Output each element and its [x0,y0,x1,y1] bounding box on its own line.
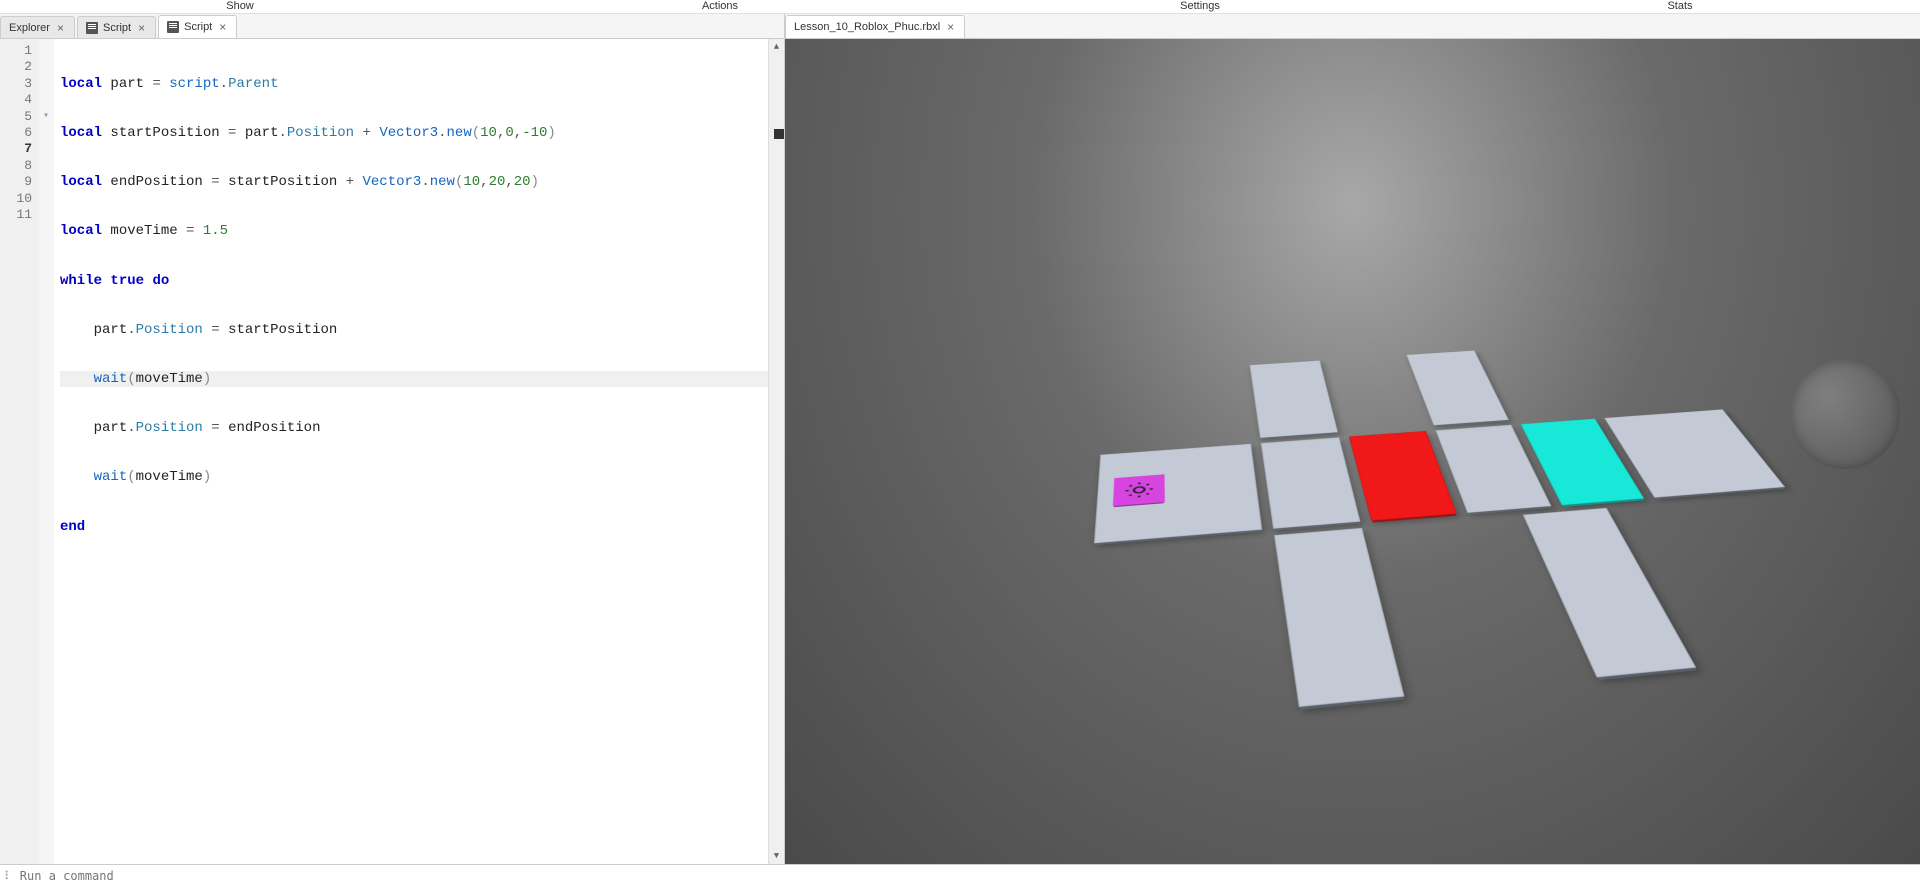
line-number-gutter: 1 2 3 4 5 6 7 8 9 10 11 [0,39,38,864]
tab-game-file[interactable]: Lesson_10_Roblox_Phuc.rbxl × [785,15,965,38]
tile[interactable] [1260,437,1360,528]
scroll-down-icon[interactable]: ▼ [769,848,784,864]
sun-icon [1120,478,1157,500]
scroll-up-icon[interactable]: ▲ [769,39,784,55]
script-panel: Explorer × Script × Script × 1 2 3 4 5 6 [0,14,785,864]
close-icon[interactable]: × [945,20,956,34]
close-icon[interactable]: × [136,21,147,35]
script-icon [86,22,98,34]
tab-label: Lesson_10_Roblox_Phuc.rbxl [794,21,940,33]
menu-show[interactable]: Show [0,0,480,13]
viewport-panel: Lesson_10_Roblox_Phuc.rbxl × [785,14,1920,864]
fold-marker-icon[interactable]: ▾ [38,109,54,125]
tile[interactable] [1406,350,1508,425]
vertical-scrollbar[interactable]: ▲ ▼ [768,39,784,864]
tile[interactable] [1274,527,1404,706]
game-viewport[interactable] [785,39,1920,864]
scroll-marker [774,129,784,139]
script-icon [167,21,179,33]
menu-actions[interactable]: Actions [480,0,960,13]
command-input[interactable] [20,869,1916,883]
close-icon[interactable]: × [55,21,66,35]
fold-gutter: ▾ [38,39,54,864]
script-tab-bar: Explorer × Script × Script × [0,14,784,39]
tile-base[interactable] [1094,443,1262,543]
menu-bar: Show Actions Settings Stats [0,0,1920,14]
command-bar: ⠇ [0,864,1920,886]
tab-script-1[interactable]: Script × [77,16,156,38]
view-compass-icon[interactable] [1790,359,1900,469]
code-editor[interactable]: 1 2 3 4 5 6 7 8 9 10 11 ▾ local part = s… [0,39,784,864]
tile[interactable] [1249,360,1337,437]
command-prompt-icon: ⠇ [4,869,14,883]
tab-label: Explorer [9,22,50,34]
code-content[interactable]: local part = script.Parent local startPo… [54,39,768,864]
tile[interactable] [1522,507,1695,677]
tab-script-2[interactable]: Script × [158,15,237,38]
viewport-tab-bar: Lesson_10_Roblox_Phuc.rbxl × [785,14,1920,39]
tab-explorer[interactable]: Explorer × [0,16,75,38]
menu-stats[interactable]: Stats [1440,0,1920,13]
tab-label: Script [184,21,212,33]
close-icon[interactable]: × [217,20,228,34]
main-area: Explorer × Script × Script × 1 2 3 4 5 6 [0,14,1920,864]
menu-settings[interactable]: Settings [960,0,1440,13]
spawn-pad[interactable] [1112,474,1164,506]
tab-label: Script [103,22,131,34]
